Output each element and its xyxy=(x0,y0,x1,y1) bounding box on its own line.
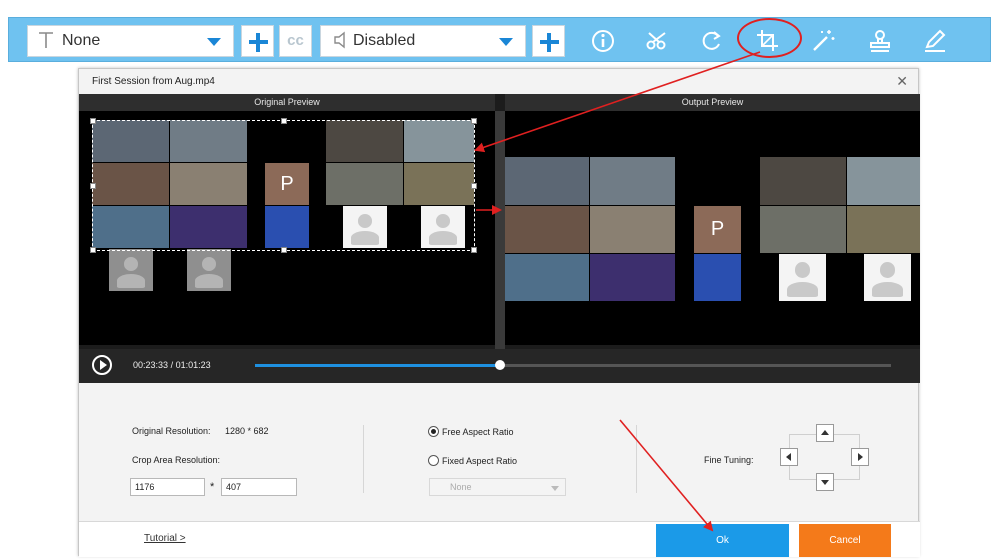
crop-handle[interactable] xyxy=(280,247,287,253)
video-tile xyxy=(505,206,589,253)
speaker-icon xyxy=(333,31,349,52)
nudge-left-button[interactable] xyxy=(780,448,798,466)
cancel-button[interactable]: Cancel xyxy=(799,524,891,557)
avatar-placeholder-tile xyxy=(779,254,826,301)
rotate-icon[interactable] xyxy=(698,27,726,55)
fine-tuning-label: Fine Tuning: xyxy=(704,455,754,465)
crop-selection-box[interactable] xyxy=(90,118,477,253)
original-resolution-value: 1280 * 682 xyxy=(225,426,269,436)
arrow-down-icon xyxy=(821,480,829,485)
chevron-down-icon xyxy=(499,38,513,46)
add-audio-button[interactable] xyxy=(532,25,565,57)
add-subtitle-button[interactable] xyxy=(241,25,274,57)
participant-initial-tile: P xyxy=(694,206,741,253)
tutorial-link[interactable]: Tutorial > xyxy=(144,533,186,544)
crop-handle[interactable] xyxy=(471,182,477,189)
avatar-placeholder-tile xyxy=(109,249,153,291)
play-icon[interactable] xyxy=(92,355,112,375)
nudge-right-button[interactable] xyxy=(851,448,869,466)
video-tile xyxy=(590,206,675,253)
crop-handle[interactable] xyxy=(90,247,96,253)
original-preview-header: Original Preview xyxy=(79,94,495,111)
playback-bar: 00:23:33 / 01:01:23 xyxy=(79,349,920,383)
avatar-placeholder-tile xyxy=(187,249,231,291)
nudge-up-button[interactable] xyxy=(816,424,834,442)
preview-divider xyxy=(495,111,505,376)
section-divider xyxy=(636,425,637,493)
crop-dialog: First Session from Aug.mp4 ✕ Original Pr… xyxy=(78,68,920,557)
section-divider xyxy=(363,425,364,493)
crop-handle[interactable] xyxy=(90,118,96,124)
video-tile xyxy=(505,157,589,205)
scissors-icon[interactable] xyxy=(643,27,671,55)
crop-area-label: Crop Area Resolution: xyxy=(132,455,221,465)
playback-time: 00:23:33 / 01:01:23 xyxy=(133,360,211,370)
dialog-footer: Tutorial > Ok Cancel xyxy=(79,521,920,557)
crop-handle[interactable] xyxy=(471,118,477,124)
main-toolbar: None cc Disabled xyxy=(8,17,991,62)
subtitle-select-value: None xyxy=(62,32,101,49)
cc-button[interactable]: cc xyxy=(279,25,312,57)
time-separator: / xyxy=(170,360,174,370)
output-preview-screen: P xyxy=(505,111,920,345)
edit-pen-icon[interactable] xyxy=(921,27,949,55)
ok-button[interactable]: Ok xyxy=(656,524,789,557)
aspect-ratio-select: None xyxy=(429,478,566,496)
original-resolution-label: Original Resolution: xyxy=(132,426,211,436)
seek-progress xyxy=(255,364,500,367)
preview-area: Original Preview Output Preview P P 00:2… xyxy=(79,94,920,383)
text-t-icon xyxy=(38,31,54,52)
free-aspect-label: Free Aspect Ratio xyxy=(442,427,514,437)
avatar-placeholder-tile xyxy=(864,254,911,301)
seek-knob[interactable] xyxy=(494,360,505,370)
output-preview-header: Output Preview xyxy=(505,94,920,111)
video-tile xyxy=(590,254,675,301)
crop-handle[interactable] xyxy=(90,182,96,189)
fixed-aspect-label: Fixed Aspect Ratio xyxy=(442,456,518,466)
audio-select-value: Disabled xyxy=(353,32,416,49)
video-tile xyxy=(847,157,920,205)
multiply-sign: * xyxy=(210,481,215,493)
info-icon[interactable] xyxy=(589,27,617,55)
fixed-aspect-radio[interactable] xyxy=(428,455,439,466)
arrow-left-icon xyxy=(786,453,791,461)
arrow-up-icon xyxy=(821,430,829,435)
crop-width-input[interactable]: 1176 xyxy=(130,478,205,496)
video-tile xyxy=(590,157,675,205)
total-time: 01:01:23 xyxy=(175,360,211,370)
video-tile xyxy=(847,206,920,253)
dialog-title: First Session from Aug.mp4 xyxy=(92,76,215,87)
crop-height-input[interactable]: 407 xyxy=(221,478,297,496)
close-icon[interactable]: ✕ xyxy=(896,73,908,90)
video-tile xyxy=(760,206,846,253)
cc-icon: cc xyxy=(287,32,304,49)
free-aspect-radio[interactable] xyxy=(428,426,439,437)
video-tile xyxy=(760,157,846,205)
video-tile xyxy=(694,254,741,301)
nudge-down-button[interactable] xyxy=(816,473,834,491)
chevron-down-icon xyxy=(207,38,221,46)
magic-wand-icon[interactable] xyxy=(809,27,837,55)
arrow-right-icon xyxy=(858,453,863,461)
watermark-stamp-icon[interactable] xyxy=(866,27,894,55)
crop-handle[interactable] xyxy=(280,118,287,124)
video-tile xyxy=(505,254,589,301)
crop-handle[interactable] xyxy=(471,247,477,253)
current-time: 00:23:33 xyxy=(133,360,169,370)
original-preview-screen[interactable]: P xyxy=(79,111,495,345)
audio-select[interactable]: Disabled xyxy=(320,25,526,57)
crop-highlight-circle xyxy=(737,18,802,58)
subtitle-select[interactable]: None xyxy=(27,25,234,57)
seek-slider[interactable] xyxy=(255,360,891,370)
